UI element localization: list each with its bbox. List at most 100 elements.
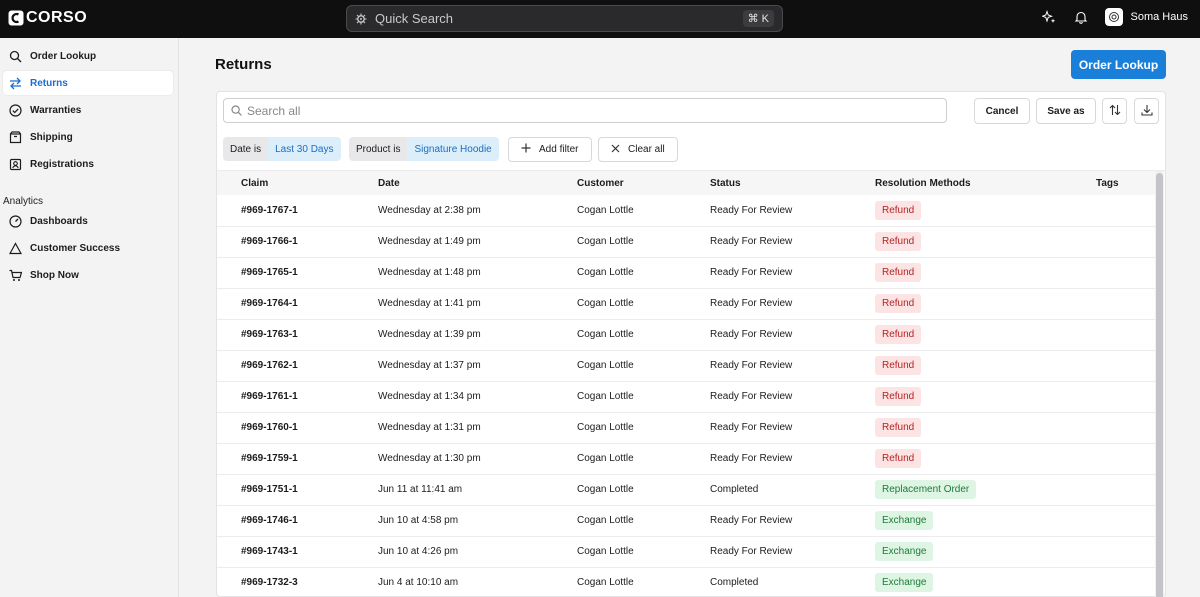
returns-panel: Search all Cancel Save as Date is Last 3… (216, 91, 1166, 597)
table-row[interactable]: #969-1746-1 Jun 10 at 4:58 pm Cogan Lottle… (217, 505, 1155, 537)
shortcut-badge: ⌘ K (742, 10, 774, 27)
cell-claim: #969-1762-1 (217, 350, 378, 382)
table-row[interactable]: #969-1764-1 Wednesday at 1:41 pm Cogan Lot… (217, 288, 1155, 320)
sidebar-item-shop-now[interactable]: Shop Now (3, 263, 173, 287)
save-as-button[interactable]: Save as (1036, 98, 1096, 124)
logo[interactable]: CORSO (8, 9, 87, 27)
order-lookup-button[interactable]: Order Lookup (1071, 50, 1166, 79)
add-filter-button[interactable]: Add filter (508, 137, 592, 162)
cell-status: Ready For Review (710, 412, 875, 444)
cell-tags (1096, 474, 1155, 506)
sort-icon (1109, 104, 1121, 119)
resolution-badge: Refund (875, 263, 922, 282)
filter-chip-product[interactable]: Product is Signature Hoodie (349, 137, 499, 161)
download-icon (1140, 104, 1153, 119)
gear-icon (355, 12, 369, 26)
table-header-row: Claim Date Customer Status Resolution Me… (217, 171, 1155, 195)
arrows-swap-icon (8, 76, 22, 90)
column-header-tags[interactable]: Tags (1096, 171, 1155, 195)
main-content: Returns Order Lookup Search all Cancel S… (180, 38, 1200, 597)
sidebar-item-dashboards[interactable]: Dashboards (3, 209, 173, 233)
download-button[interactable] (1134, 98, 1159, 124)
table-row[interactable]: #969-1760-1 Wednesday at 1:31 pm Cogan Lot… (217, 412, 1155, 444)
cell-claim: #969-1765-1 (217, 257, 378, 289)
user-name[interactable]: Soma Haus (1131, 11, 1188, 23)
sort-button[interactable] (1102, 98, 1127, 124)
sparkle-icon[interactable] (1041, 9, 1057, 25)
resolution-badge: Refund (875, 200, 922, 220)
resolution-badge: Refund (875, 325, 922, 344)
cell-resolution: Refund (875, 226, 1096, 258)
search-input[interactable]: Search all (223, 98, 947, 123)
sidebar-item-label: Shipping (30, 131, 73, 143)
sidebar-item-shipping[interactable]: Shipping (3, 125, 173, 149)
table-row[interactable]: #969-1761-1 Wednesday at 1:34 pm Cogan Lot… (217, 381, 1155, 413)
cell-claim: #969-1746-1 (217, 505, 378, 537)
resolution-badge: Refund (875, 294, 922, 313)
cell-resolution: Refund (875, 257, 1096, 289)
table-row[interactable]: #969-1762-1 Wednesday at 1:37 pm Cogan Lot… (217, 350, 1155, 382)
table-row[interactable]: #969-1765-1 Wednesday at 1:48 pm Cogan Lot… (217, 257, 1155, 289)
column-header-claim[interactable]: Claim (217, 171, 378, 195)
sidebar-item-returns[interactable]: Returns (3, 71, 173, 95)
column-header-customer[interactable]: Customer (577, 171, 710, 195)
column-header-resolution[interactable]: Resolution Methods (875, 171, 1096, 195)
sidebar-item-order-lookup[interactable]: Order Lookup (3, 44, 173, 68)
cell-date: Jun 4 at 10:10 am (378, 567, 577, 597)
clear-all-button[interactable]: Clear all (598, 137, 678, 162)
sidebar-item-warranties[interactable]: Warranties (3, 98, 173, 122)
resolution-badge: Replacement Order (875, 480, 977, 499)
table-row[interactable]: #969-1767-1 Wednesday at 2:38 pm Cogan Lot… (217, 195, 1155, 227)
table-row[interactable]: #969-1732-3 Jun 4 at 10:10 am Cogan Lottle… (217, 567, 1155, 597)
cell-tags (1096, 381, 1155, 413)
table-row[interactable]: #969-1751-1 Jun 11 at 11:41 am Cogan Lottl… (217, 474, 1155, 506)
cell-resolution: Refund (875, 350, 1096, 382)
sidebar-item-registrations[interactable]: Registrations (3, 152, 173, 176)
sidebar-item-label: Shop Now (30, 269, 79, 281)
avatar[interactable] (1104, 8, 1123, 26)
quick-search-placeholder: Quick Search (375, 11, 454, 26)
cell-status: Ready For Review (710, 350, 875, 382)
cell-resolution: Refund (875, 381, 1096, 413)
filter-chip-value: Signature Hoodie (407, 137, 499, 161)
bell-icon[interactable] (1073, 9, 1089, 25)
cell-resolution: Refund (875, 288, 1096, 320)
close-icon (611, 144, 620, 156)
cell-tags (1096, 443, 1155, 475)
registration-icon (8, 157, 22, 171)
cell-status: Ready For Review (710, 257, 875, 289)
table-scrollbar[interactable] (1155, 171, 1164, 597)
cell-claim: #969-1760-1 (217, 412, 378, 444)
column-header-status[interactable]: Status (710, 171, 875, 195)
cell-status: Ready For Review (710, 505, 875, 537)
resolution-badge: Refund (875, 232, 922, 251)
cell-status: Ready For Review (710, 319, 875, 351)
table-row[interactable]: #969-1766-1 Wednesday at 1:49 pm Cogan Lot… (217, 226, 1155, 258)
cell-customer: Cogan Lottle (577, 443, 710, 475)
search-placeholder: Search all (247, 103, 301, 118)
sidebar-item-label: Registrations (30, 158, 94, 170)
cell-resolution: Refund (875, 443, 1096, 475)
table-row[interactable]: #969-1763-1 Wednesday at 1:39 pm Cogan Lot… (217, 319, 1155, 351)
top-bar: CORSO Quick Search ⌘ K Soma Haus (0, 0, 1200, 38)
cell-tags (1096, 350, 1155, 382)
sidebar-item-customer-success[interactable]: Customer Success (3, 236, 173, 260)
cell-claim: #969-1766-1 (217, 226, 378, 258)
table-row[interactable]: #969-1743-1 Jun 10 at 4:26 pm Cogan Lottle… (217, 536, 1155, 568)
cell-claim: #969-1732-3 (217, 567, 378, 597)
sidebar-item-label: Dashboards (30, 215, 88, 227)
resolution-badge: Exchange (875, 511, 934, 530)
cancel-button[interactable]: Cancel (974, 98, 1030, 124)
triangle-icon (8, 241, 22, 255)
cell-customer: Cogan Lottle (577, 350, 710, 382)
scrollbar-thumb[interactable] (1156, 173, 1163, 597)
cell-resolution: Replacement Order (875, 474, 1096, 506)
cell-date: Wednesday at 1:31 pm (378, 412, 577, 444)
cell-status: Completed (710, 474, 875, 506)
filter-chip-date[interactable]: Date is Last 30 Days (223, 137, 341, 161)
quick-search[interactable]: Quick Search ⌘ K (346, 5, 783, 32)
cell-date: Jun 11 at 11:41 am (378, 474, 577, 506)
cell-customer: Cogan Lottle (577, 195, 710, 227)
table-row[interactable]: #969-1759-1 Wednesday at 1:30 pm Cogan Lot… (217, 443, 1155, 475)
column-header-date[interactable]: Date (378, 171, 577, 195)
